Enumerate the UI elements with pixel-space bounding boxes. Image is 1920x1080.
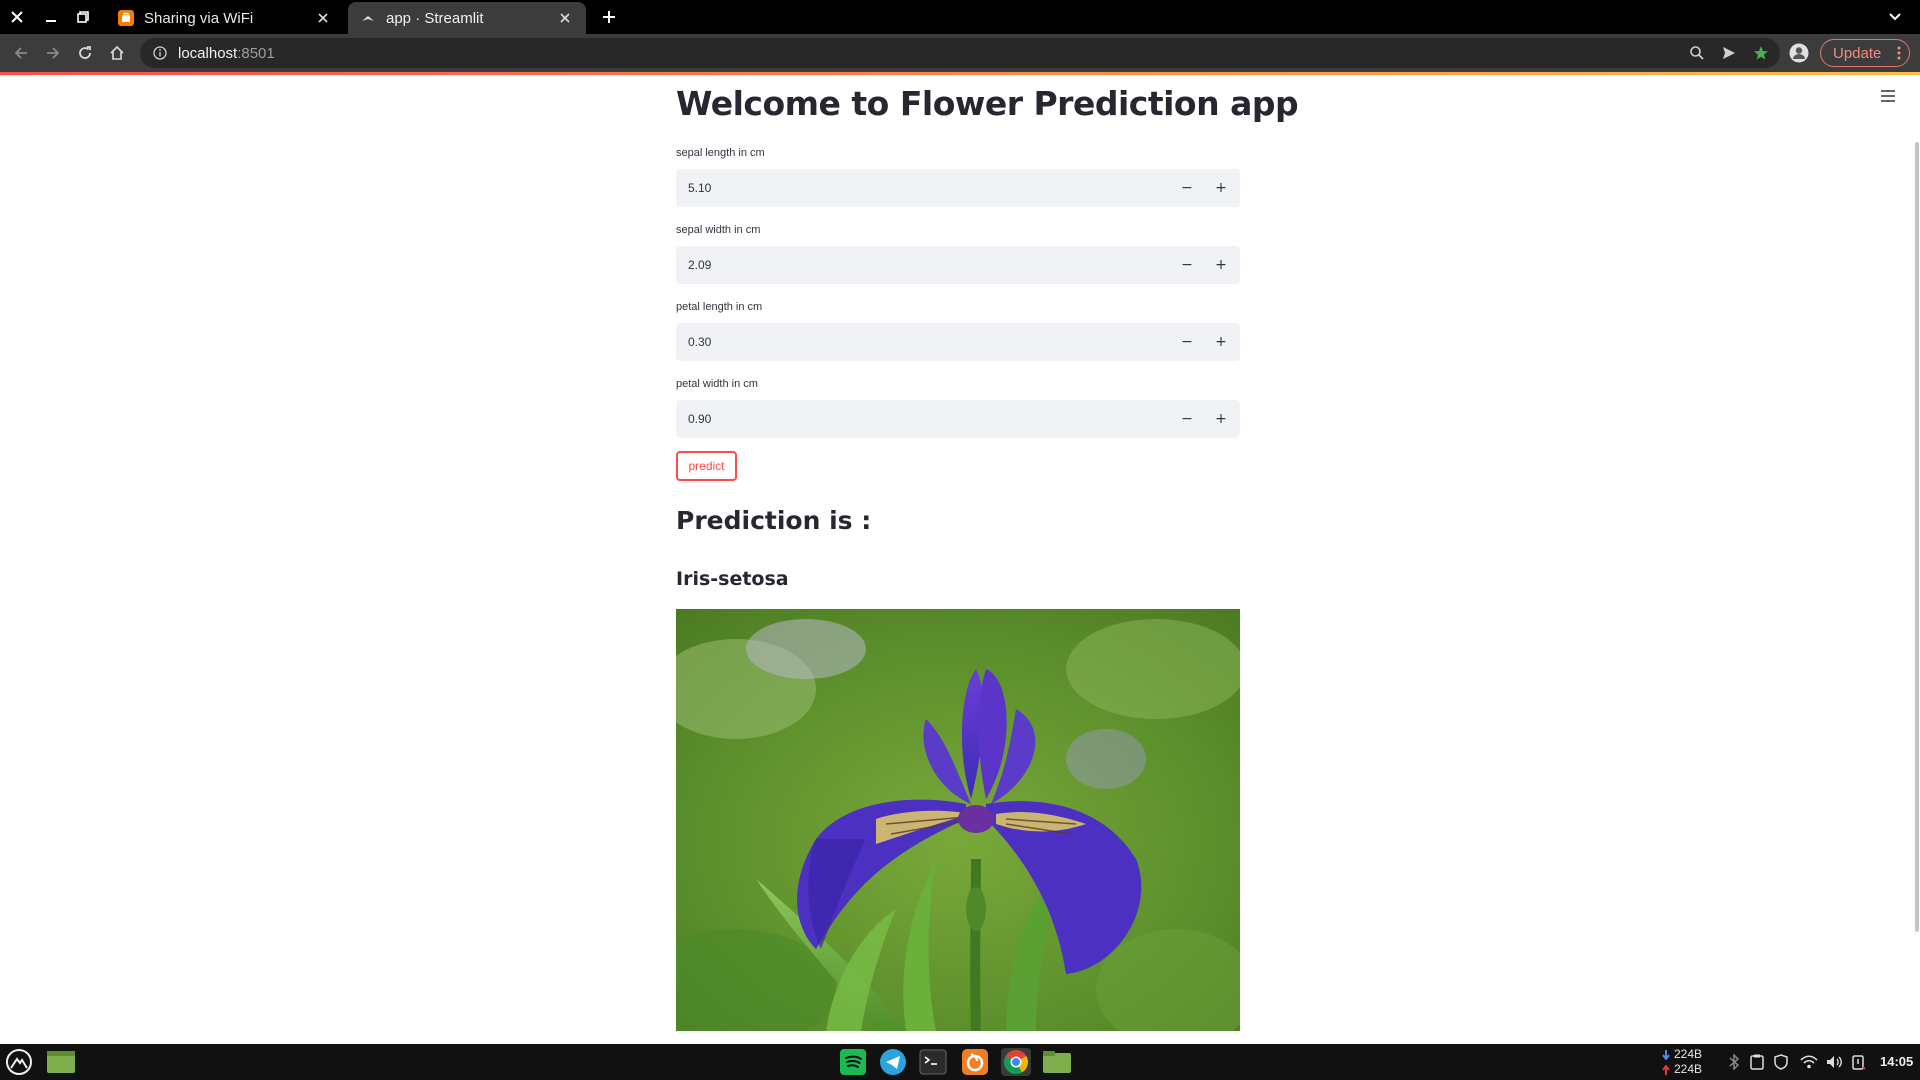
tab-app-streamlit[interactable]: app · Streamlit — [348, 2, 586, 34]
tab-search-chevron-icon[interactable] — [1882, 4, 1908, 30]
terminal-icon[interactable] — [918, 1048, 948, 1076]
streamlit-icon — [360, 10, 376, 26]
start-menu-icon[interactable] — [4, 1048, 34, 1076]
reload-icon[interactable] — [72, 40, 98, 66]
iris-flower-image — [676, 609, 1240, 1031]
prediction-result: Iris-setosa — [676, 568, 789, 590]
show-desktop-icon[interactable] — [44, 1048, 78, 1076]
sepal-width-label: sepal width in cm — [676, 224, 761, 236]
decrement-button[interactable]: − — [1170, 169, 1204, 207]
scrollbar-thumb[interactable] — [1915, 142, 1919, 932]
scrollbar[interactable] — [1914, 72, 1920, 1044]
predict-button[interactable]: predict — [676, 451, 737, 481]
chrome-icon[interactable] — [1001, 1048, 1031, 1076]
spotify-icon[interactable] — [838, 1048, 868, 1076]
tab-sharing-via-wifi[interactable]: Sharing via WiFi — [106, 2, 344, 34]
volume-icon[interactable] — [1826, 1044, 1842, 1080]
number-input-value[interactable]: 0.90 — [688, 400, 711, 438]
upload-arrow-icon — [1662, 1064, 1670, 1075]
streamlit-top-decoration — [0, 72, 1920, 75]
increment-button[interactable]: + — [1204, 246, 1238, 284]
bookmark-star-icon[interactable] — [1748, 40, 1774, 66]
tab-title: Sharing via WiFi — [144, 9, 254, 27]
update-button[interactable]: Update — [1820, 39, 1910, 67]
window-restore-icon[interactable] — [70, 4, 96, 30]
increment-button[interactable]: + — [1204, 323, 1238, 361]
back-arrow-icon[interactable] — [8, 40, 34, 66]
update-label: Update — [1833, 44, 1882, 62]
more-vert-icon — [1897, 45, 1901, 65]
sepal-width-input[interactable]: 2.09 − + — [676, 246, 1240, 284]
page-viewport: Welcome to Flower Prediction app sepal l… — [0, 72, 1920, 1044]
tab-close-icon[interactable] — [556, 9, 574, 27]
number-input-value[interactable]: 0.30 — [688, 323, 711, 361]
bluetooth-icon[interactable] — [1728, 1044, 1740, 1080]
browser-tab-strip: Sharing via WiFi app · Streamlit — [0, 0, 1920, 34]
download-arrow-icon — [1662, 1049, 1670, 1060]
tab-title: app · Streamlit — [386, 9, 484, 27]
decrement-button[interactable]: − — [1170, 323, 1204, 361]
sharing-app-icon — [118, 10, 134, 26]
firefox-icon[interactable] — [960, 1048, 990, 1076]
net-down-value: 224B — [1674, 1047, 1703, 1061]
wifi-icon[interactable] — [1800, 1044, 1818, 1080]
site-info-icon[interactable] — [152, 45, 168, 61]
petal-length-input[interactable]: 0.30 − + — [676, 323, 1240, 361]
profile-avatar-icon[interactable] — [1786, 40, 1812, 66]
sepal-length-label: sepal length in cm — [676, 147, 765, 159]
send-icon[interactable] — [1716, 40, 1742, 66]
hamburger-menu-icon[interactable] — [1880, 88, 1900, 104]
window-minimize-icon[interactable] — [38, 4, 64, 30]
new-tab-icon[interactable] — [596, 4, 622, 30]
network-speed-indicator: 224B 224B — [1662, 1047, 1702, 1077]
telegram-icon[interactable] — [878, 1048, 908, 1076]
prediction-heading: Prediction is : — [676, 506, 872, 535]
petal-length-label: petal length in cm — [676, 301, 763, 313]
zoom-icon[interactable] — [1684, 40, 1710, 66]
browser-toolbar: localhost:8501 Update — [0, 34, 1920, 72]
forward-arrow-icon[interactable] — [40, 40, 66, 66]
url-host: localhost — [178, 44, 238, 62]
os-taskbar: 224B 224B 14:05 — [0, 1044, 1920, 1080]
home-icon[interactable] — [104, 40, 130, 66]
files-icon[interactable] — [1042, 1048, 1072, 1076]
decrement-button[interactable]: − — [1170, 400, 1204, 438]
page-title: Welcome to Flower Prediction app — [676, 84, 1299, 123]
address-bar[interactable]: localhost:8501 — [140, 38, 1780, 68]
net-up-value: 224B — [1674, 1062, 1703, 1076]
sepal-length-input[interactable]: 5.10 − + — [676, 169, 1240, 207]
tab-close-icon[interactable] — [314, 9, 332, 27]
petal-width-label: petal width in cm — [676, 378, 758, 390]
clock[interactable]: 14:05 — [1880, 1044, 1913, 1080]
url-port: :8501 — [237, 44, 275, 62]
decrement-button[interactable]: − — [1170, 246, 1204, 284]
clipboard-icon[interactable] — [1750, 1044, 1764, 1080]
power-icon[interactable] — [1852, 1044, 1866, 1080]
window-close-icon[interactable] — [4, 4, 30, 30]
increment-button[interactable]: + — [1204, 400, 1238, 438]
shield-icon[interactable] — [1774, 1044, 1788, 1080]
increment-button[interactable]: + — [1204, 169, 1238, 207]
number-input-value[interactable]: 5.10 — [688, 169, 711, 207]
petal-width-input[interactable]: 0.90 − + — [676, 400, 1240, 438]
number-input-value[interactable]: 2.09 — [688, 246, 711, 284]
